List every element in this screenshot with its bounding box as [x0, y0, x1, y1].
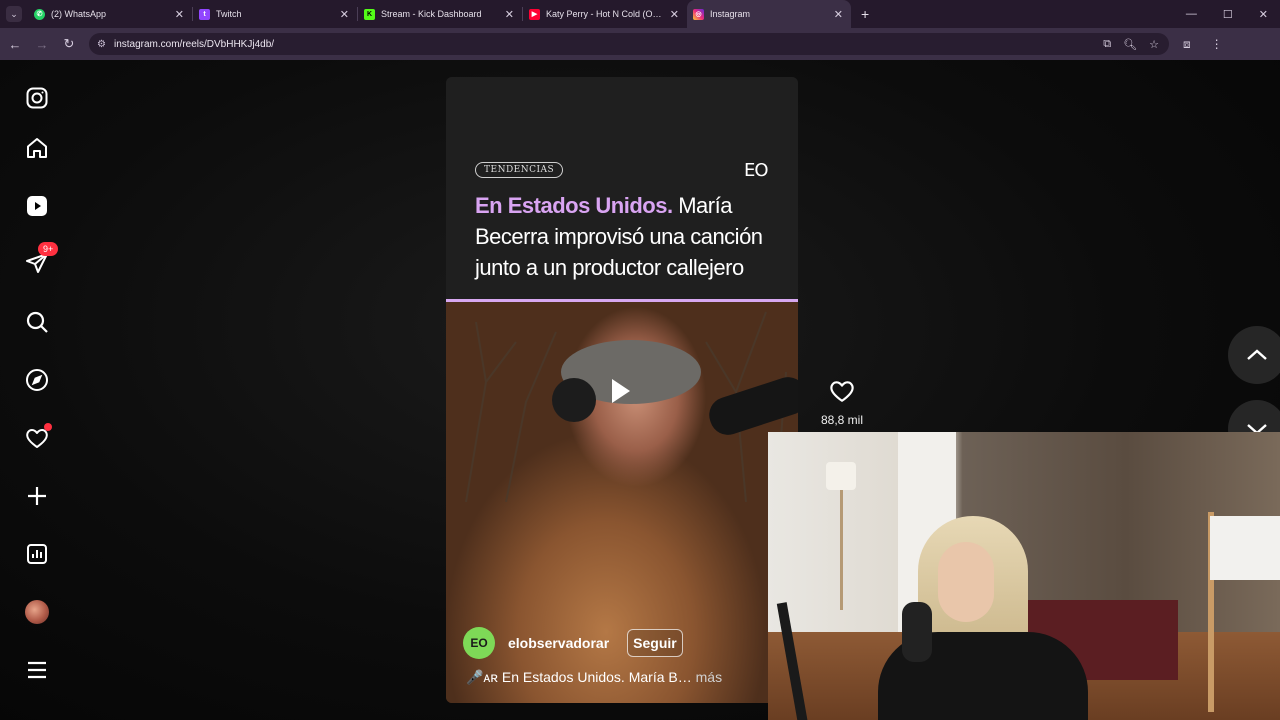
notifications-heart-icon[interactable] [24, 423, 52, 451]
webcam-microphone [902, 602, 932, 662]
caption-text: En Estados Unidos. María B… [501, 669, 692, 685]
webcam-overlay [768, 432, 1280, 720]
instagram-icon: ◎ [693, 8, 704, 20]
close-icon[interactable]: ✕ [175, 8, 184, 21]
close-icon[interactable]: ✕ [340, 8, 349, 21]
instagram-sidebar: 9+ [0, 60, 74, 720]
tab-title: Twitch [216, 9, 242, 19]
like-action[interactable]: 88,8 mil [820, 378, 864, 427]
author-avatar[interactable]: EO [463, 627, 495, 659]
extensions-icon[interactable]: ⧈ [1183, 37, 1191, 52]
tab-kick[interactable]: K Stream - Kick Dashboard ✕ [358, 0, 522, 28]
browser-tab-bar: ⌄ ✆ (2) WhatsApp ✕ t Twitch ✕ K Stream -… [0, 0, 1280, 28]
previous-reel-button[interactable] [1228, 326, 1280, 384]
reel-headline-panel: TENDENCIAS EO En Estados Unidos. María B… [446, 77, 798, 299]
like-heart-icon[interactable] [829, 378, 855, 404]
webcam-person-face [938, 542, 994, 622]
play-icon[interactable] [612, 379, 630, 403]
forward-icon[interactable]: → [30, 37, 54, 52]
chevron-down-icon: ⌄ [10, 8, 18, 19]
url-text[interactable]: instagram.com/reels/DVbHHKJj4db/ [114, 39, 274, 50]
new-tab-button[interactable]: + [861, 6, 869, 22]
bookmark-star-icon[interactable]: ☆ [1149, 38, 1159, 51]
notifications-badge: 9+ [38, 242, 59, 256]
reel-headline: En Estados Unidos. María Becerra improvi… [475, 190, 775, 283]
reel-video-frame[interactable]: EO elobservadorar Seguir 🎤ᴀʀ En Estados … [446, 302, 798, 703]
whatsapp-icon: ✆ [34, 8, 45, 20]
webcam-canvas [1210, 516, 1280, 580]
caption-prefix: 🎤ᴀʀ [466, 669, 498, 685]
tab-instagram[interactable]: ◎ Instagram ✕ [687, 0, 851, 28]
home-icon[interactable] [24, 135, 50, 161]
tab-search-button[interactable]: ⌄ [6, 6, 22, 22]
caption-more-link[interactable]: más [696, 669, 722, 685]
close-icon[interactable]: ✕ [505, 8, 514, 21]
reels-icon[interactable] [24, 193, 50, 219]
address-bar[interactable]: ⚙ instagram.com/reels/DVbHHKJj4db/ ⧉ 🔍︎ … [89, 33, 1169, 55]
tab-title: (2) WhatsApp [51, 9, 107, 19]
avatar [25, 600, 49, 624]
minimize-icon[interactable]: — [1186, 8, 1197, 21]
tab-whatsapp[interactable]: ✆ (2) WhatsApp ✕ [28, 0, 192, 28]
toolbar-actions: ⧈ ⋮ [1183, 37, 1223, 52]
webcam-lamp-stand [840, 490, 843, 610]
window-controls: — ☐ ✕ [1186, 8, 1268, 21]
browser-toolbar: ← → ↻ ⚙ instagram.com/reels/DVbHHKJj4db/… [0, 28, 1280, 60]
reel-caption[interactable]: 🎤ᴀʀ En Estados Unidos. María B… más [466, 669, 722, 686]
profile-avatar[interactable] [24, 599, 50, 625]
notification-dot [44, 423, 52, 431]
tab-youtube[interactable]: ▶ Katy Perry - Hot N Cold (Officia ✕ [523, 0, 687, 28]
tab-twitch[interactable]: t Twitch ✕ [193, 0, 357, 28]
dashboard-chart-icon[interactable] [24, 541, 50, 567]
publisher-logo: EO [744, 160, 769, 181]
tab-title: Instagram [710, 9, 751, 19]
back-icon[interactable]: ← [3, 37, 27, 52]
create-plus-icon[interactable] [24, 483, 50, 509]
like-count: 88,8 mil [820, 413, 864, 427]
chevron-up-icon [1247, 349, 1267, 360]
maximize-icon[interactable]: ☐ [1223, 8, 1233, 21]
kick-icon: K [364, 8, 375, 20]
webcam-lamp [826, 462, 856, 490]
close-icon[interactable]: ✕ [670, 8, 679, 21]
tab-title: Katy Perry - Hot N Cold (Officia [546, 9, 664, 19]
close-icon[interactable]: ✕ [834, 8, 843, 21]
cast-icon[interactable]: ⧉ [1103, 38, 1111, 51]
follow-button[interactable]: Seguir [627, 629, 683, 657]
explore-compass-icon[interactable] [24, 367, 50, 393]
close-window-icon[interactable]: ✕ [1259, 8, 1268, 21]
site-info-icon[interactable]: ⚙ [97, 39, 106, 50]
address-bar-actions: ⧉ 🔍︎ ☆ [1103, 38, 1159, 51]
headline-highlight: En Estados Unidos. [475, 193, 673, 218]
zoom-icon[interactable]: 🔍︎ [1123, 38, 1137, 51]
youtube-icon: ▶ [529, 8, 540, 20]
more-menu-icon[interactable] [24, 657, 50, 683]
twitch-icon: t [199, 8, 210, 20]
author-name[interactable]: elobservadorar [508, 635, 609, 651]
category-tag: TENDENCIAS [475, 162, 564, 178]
reel-player[interactable]: TENDENCIAS EO En Estados Unidos. María B… [446, 77, 798, 703]
menu-icon[interactable]: ⋮ [1211, 37, 1223, 52]
instagram-logo-icon[interactable] [24, 85, 50, 111]
reel-author: EO elobservadorar Seguir [463, 627, 683, 659]
messages-icon[interactable]: 9+ [24, 242, 59, 276]
reload-icon[interactable]: ↻ [57, 36, 81, 52]
search-icon[interactable] [24, 309, 50, 335]
tab-title: Stream - Kick Dashboard [381, 9, 482, 19]
